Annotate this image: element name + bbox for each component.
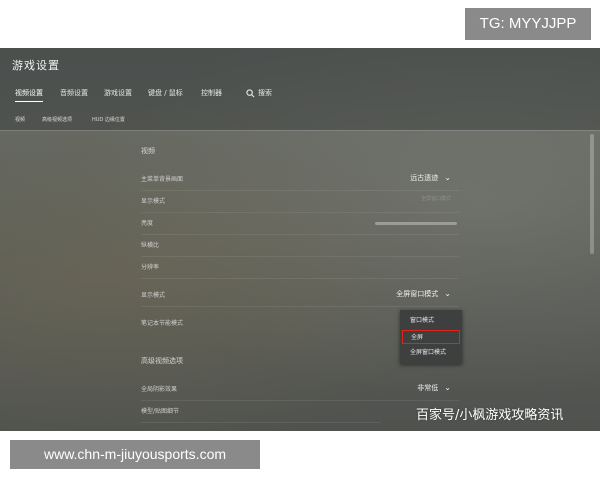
- setting-label: 分辨率: [141, 264, 160, 271]
- subtab-hud-edge[interactable]: HUD 边缘位置: [92, 116, 125, 123]
- header-band: [0, 48, 600, 130]
- chevron-down-icon: ⌄: [444, 173, 451, 182]
- source-watermark: 百家号/小枫游戏攻略资讯: [416, 408, 564, 423]
- dropdown-option-windowed[interactable]: 窗口模式: [402, 314, 460, 328]
- section-title-advanced: 高级视频选项: [141, 357, 183, 365]
- subtab-advanced-video[interactable]: 高级视频选项: [42, 116, 72, 123]
- tab-game[interactable]: 游戏设置: [104, 88, 132, 98]
- setting-row-display-mode-dim[interactable]: 显示模式 全屏窗口模式: [141, 190, 459, 213]
- setting-label: 笔记本节能模式: [141, 320, 184, 327]
- subtab-video[interactable]: 视频: [15, 116, 25, 123]
- dropdown-option-fullscreen-windowed[interactable]: 全屏窗口模式: [402, 346, 460, 360]
- website-overlay-label: www.chn-m-jiuyousports.com: [10, 440, 260, 469]
- setting-row-brightness[interactable]: 亮度: [141, 212, 459, 235]
- setting-label: 亮度: [141, 220, 154, 227]
- setting-label: 显示模式: [141, 292, 166, 299]
- dropdown-option-fullscreen[interactable]: 全屏: [402, 330, 460, 344]
- setting-row-laptop-power[interactable]: 笔记本节能模式: [141, 312, 381, 334]
- tab-controller[interactable]: 控制器: [201, 88, 222, 98]
- setting-label: 主菜单背景画面: [141, 176, 184, 183]
- tab-audio[interactable]: 音频设置: [60, 88, 88, 98]
- tg-overlay-label: TG: MYYJJPP: [465, 8, 591, 40]
- display-mode-dropdown[interactable]: 窗口模式 全屏 全屏窗口模式: [400, 310, 462, 364]
- setting-row-aspect-ratio[interactable]: 纵横比: [141, 234, 459, 257]
- settings-title: 游戏设置: [12, 59, 60, 72]
- setting-value[interactable]: 非常低 ⌄: [417, 383, 451, 393]
- setting-label: 显示模式: [141, 198, 166, 205]
- setting-row-resolution[interactable]: 分辨率: [141, 256, 459, 279]
- game-settings-screenshot: 游戏设置 视频设置 音频设置 游戏设置 键盘 / 鼠标 控制器 搜索 视频 高级…: [0, 48, 600, 431]
- setting-row-menu-background[interactable]: 主菜单背景画面 远古遗迹 ⌄: [141, 168, 459, 191]
- setting-label: 模型/贴图细节: [141, 408, 180, 415]
- chevron-down-icon: ⌄: [444, 289, 451, 298]
- setting-label: 全局阴影效果: [141, 386, 178, 393]
- scrollbar[interactable]: [590, 134, 594, 254]
- setting-row-global-shadows[interactable]: 全局阴影效果 非常低 ⌄: [141, 378, 459, 401]
- setting-value: 全屏窗口模式: [420, 196, 451, 202]
- search-icon: [246, 88, 255, 97]
- setting-row-model-texture[interactable]: 模型/贴图细节: [141, 400, 381, 423]
- search-label: 搜索: [258, 89, 272, 97]
- setting-label: 纵横比: [141, 242, 160, 249]
- tab-video[interactable]: 视频设置: [15, 88, 43, 102]
- setting-value[interactable]: 远古遗迹 ⌄: [410, 173, 451, 183]
- tab-keyboard-mouse[interactable]: 键盘 / 鼠标: [148, 88, 183, 98]
- brightness-slider[interactable]: [375, 222, 457, 225]
- chevron-down-icon: ⌄: [444, 383, 451, 392]
- header-divider: [0, 130, 600, 131]
- section-title-video: 视频: [141, 147, 155, 155]
- search-button[interactable]: 搜索: [246, 88, 272, 98]
- setting-row-display-mode[interactable]: 显示模式 全屏窗口模式 ⌄: [141, 284, 459, 307]
- setting-value[interactable]: 全屏窗口模式 ⌄: [396, 289, 451, 299]
